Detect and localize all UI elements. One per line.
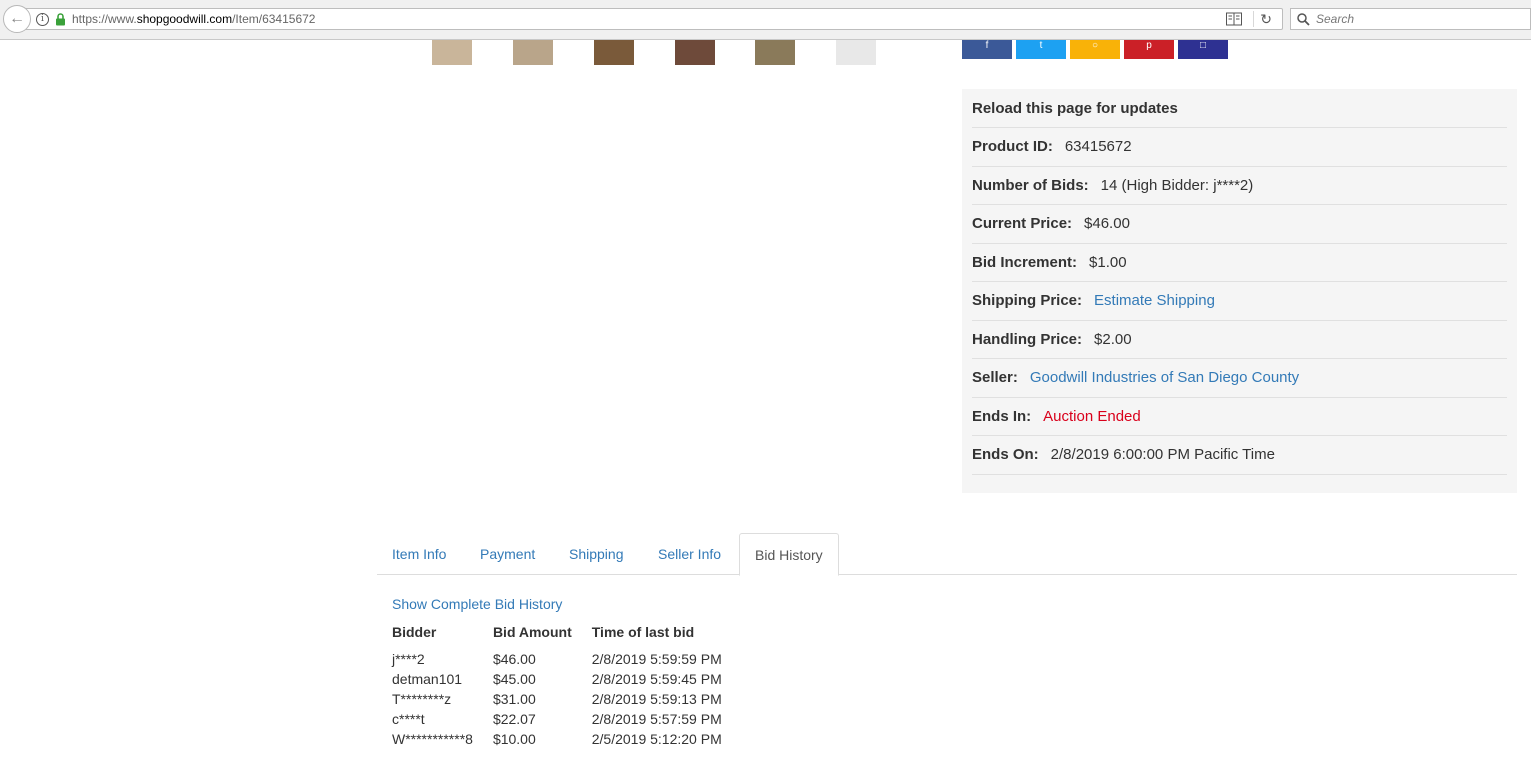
bid-history-section: Show Complete Bid History Bidder Bid Amo… [392, 596, 742, 749]
url-prefix: https://www. [72, 12, 137, 26]
reload-icon[interactable]: ↻ [1260, 11, 1272, 28]
bidder-cell: detman101 [392, 671, 463, 687]
tab-item-info[interactable]: Item Info [377, 533, 461, 575]
bid-increment-value: $1.00 [1089, 253, 1127, 271]
number-of-bids-label: Number of Bids: [972, 176, 1089, 194]
search-icon [1297, 12, 1310, 26]
thumbnail-4[interactable] [675, 40, 715, 65]
twitter-icon: t [1039, 40, 1043, 51]
facebook-share-button[interactable]: f [962, 40, 1012, 59]
url-host: shopgoodwill.com [136, 12, 233, 26]
time-cell: 2/8/2019 5:59:59 PM [591, 651, 722, 667]
number-of-bids-value: 14 (High Bidder: j****2) [1100, 176, 1254, 194]
bidder-cell: W***********8 [392, 731, 473, 747]
thumbnail-6[interactable] [836, 40, 876, 65]
reddit-share-button[interactable]: ○ [1070, 40, 1120, 59]
reader-view-icon[interactable] [1226, 12, 1242, 26]
facebook-icon: f [985, 40, 989, 51]
bid-amount-cell: $22.07 [492, 711, 536, 727]
pinterest-share-button[interactable]: p [1124, 40, 1174, 59]
show-complete-bid-history-link[interactable]: Show Complete Bid History [392, 596, 742, 616]
reload-notice: Reload this page for updates [972, 99, 1178, 117]
time-cell: 2/5/2019 5:12:20 PM [591, 731, 722, 747]
search-input[interactable]: Search [1290, 8, 1531, 30]
thumbnail-2[interactable] [513, 40, 553, 65]
thumbnail-5[interactable] [755, 40, 795, 65]
twitter-share-button[interactable]: t [1016, 40, 1066, 59]
time-cell: 2/8/2019 5:59:13 PM [591, 691, 722, 707]
urlbar-separator [1253, 11, 1254, 27]
auction-info-panel: Reload this page for updates Product ID:… [962, 89, 1517, 493]
thumbnail-3[interactable] [594, 40, 634, 65]
auction-status: Auction Ended [1043, 407, 1141, 425]
time-cell: 2/8/2019 5:59:45 PM [591, 671, 722, 687]
browser-toolbar: i https://www. shopgoodwill.com/Item/6341… [0, 0, 1531, 40]
bid-amount-header: Bid Amount [492, 624, 572, 640]
table-row: T********z $31.00 2/8/2019 5:59:13 PM [392, 689, 742, 709]
current-price-label: Current Price: [972, 215, 1073, 233]
table-header-row: Bidder Bid Amount Time of last bid [392, 621, 742, 643]
table-row: c****t $22.07 2/8/2019 5:57:59 PM [392, 709, 742, 729]
bid-amount-cell: $45.00 [492, 671, 536, 687]
back-button[interactable]: ← [3, 5, 31, 33]
bidder-cell: j****2 [392, 651, 425, 667]
bid-history-table: Bidder Bid Amount Time of last bid j****… [392, 621, 742, 749]
ends-on-label: Ends On: [972, 446, 1039, 464]
tab-seller-info[interactable]: Seller Info [643, 533, 736, 575]
tab-payment[interactable]: Payment [465, 533, 550, 575]
time-header: Time of last bid [591, 624, 695, 640]
tab-bid-history[interactable]: Bid History [739, 533, 839, 576]
bidder-cell: T********z [392, 691, 452, 707]
seller-label: Seller: [972, 369, 1018, 387]
time-cell: 2/8/2019 5:57:59 PM [591, 711, 722, 727]
bid-amount-cell: $10.00 [492, 731, 536, 747]
tab-shipping[interactable]: Shipping [554, 533, 639, 575]
product-id-label: Product ID: [972, 138, 1053, 156]
seller-link[interactable]: Goodwill Industries of San Diego County [1030, 369, 1299, 386]
ends-in-row: Ends In: Auction Ended [972, 398, 1507, 436]
handling-price-row: Handling Price: $2.00 [972, 321, 1507, 359]
estimate-shipping-link[interactable]: Estimate Shipping [1094, 292, 1215, 309]
current-price-row: Current Price: $46.00 [972, 205, 1507, 244]
table-row: detman101 $45.00 2/8/2019 5:59:45 PM [392, 669, 742, 689]
table-row: W***********8 $10.00 2/5/2019 5:12:20 PM [392, 729, 742, 749]
reload-notice-row: Reload this page for updates [972, 89, 1507, 128]
ends-on-row: Ends On: 2/8/2019 6:00:00 PM Pacific Tim… [972, 436, 1507, 475]
info-icon[interactable]: i [36, 12, 49, 26]
lock-icon [56, 12, 65, 25]
back-arrow-icon: ← [9, 10, 25, 27]
shipping-price-row: Shipping Price: Estimate Shipping [972, 282, 1507, 321]
email-icon: □ [1199, 40, 1207, 51]
thumbnail-1[interactable] [432, 40, 472, 65]
table-row: j****2 $46.00 2/8/2019 5:59:59 PM [392, 649, 742, 669]
number-of-bids-row: Number of Bids: 14 (High Bidder: j****2) [972, 167, 1507, 205]
pinterest-icon: p [1146, 40, 1152, 51]
bidder-header: Bidder [392, 624, 437, 640]
url-bar[interactable]: i https://www. shopgoodwill.com/Item/6341… [26, 8, 1283, 30]
bidder-cell: c****t [392, 711, 425, 727]
bid-amount-cell: $31.00 [492, 691, 536, 707]
seller-row: Seller: Goodwill Industries of San Diego… [972, 359, 1507, 398]
email-share-button[interactable]: □ [1178, 40, 1228, 59]
search-placeholder: Search [1316, 12, 1355, 26]
bid-increment-row: Bid Increment: $1.00 [972, 244, 1507, 282]
handling-price-value: $2.00 [1094, 330, 1132, 348]
item-tabs: Item Info Payment Shipping Seller Info B… [377, 533, 1517, 576]
bid-increment-label: Bid Increment: [972, 253, 1078, 271]
current-price-value: $46.00 [1084, 215, 1130, 233]
url-path: /Item/63415672 [232, 12, 316, 26]
share-icon: ○ [1091, 40, 1099, 51]
handling-price-label: Handling Price: [972, 330, 1083, 348]
shipping-price-label: Shipping Price: [972, 292, 1083, 310]
ends-in-label: Ends In: [972, 407, 1032, 425]
product-id-row: Product ID: 63415672 [972, 128, 1507, 167]
bid-amount-cell: $46.00 [492, 651, 536, 667]
product-id-value: 63415672 [1064, 138, 1132, 156]
ends-on-value: 2/8/2019 6:00:00 PM Pacific Time [1050, 446, 1275, 464]
